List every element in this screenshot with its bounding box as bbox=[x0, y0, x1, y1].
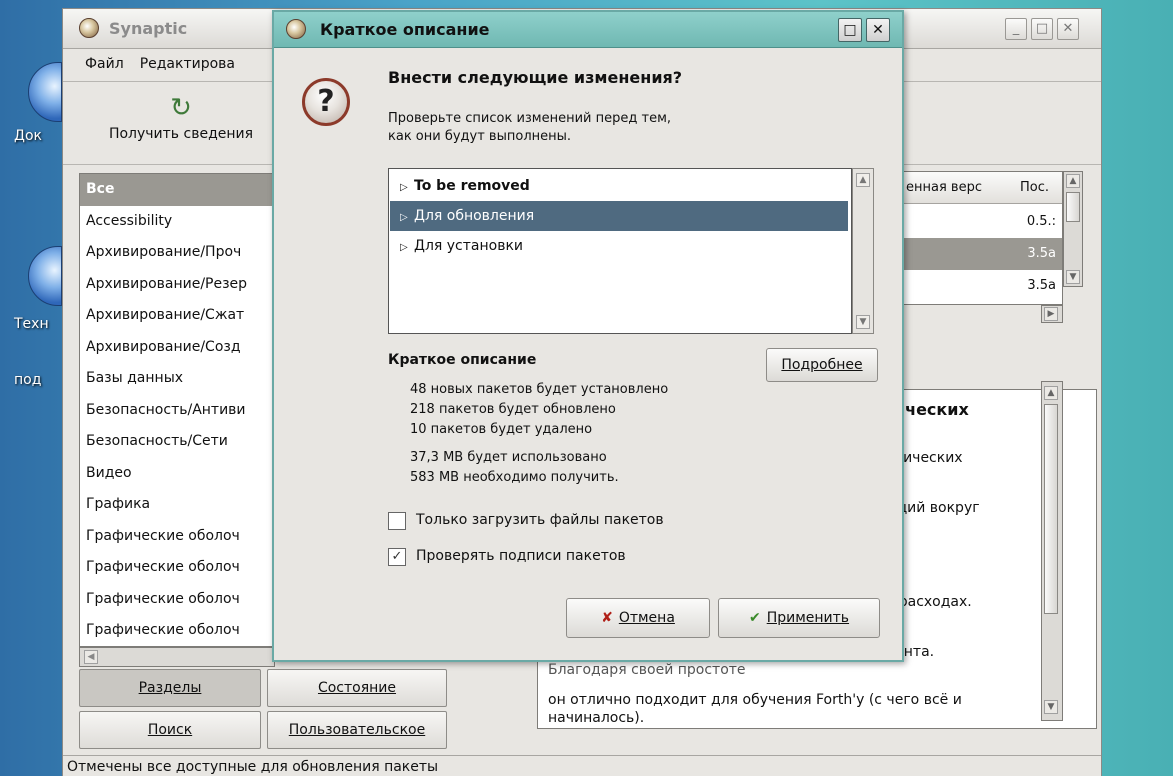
tree-vscrollbar[interactable]: ▲ ▼ bbox=[852, 168, 874, 334]
summary-line: 583 MB необходимо получить. bbox=[410, 470, 619, 485]
desktop-icon-label: Техн bbox=[14, 316, 49, 332]
details-button[interactable]: Подробнее bbox=[766, 348, 878, 382]
description-line: он отлично подходит для обучения Forth'у… bbox=[548, 692, 962, 708]
dialog-title: Краткое описание bbox=[320, 20, 490, 39]
section-item[interactable]: Графические оболоч bbox=[80, 584, 274, 616]
column-header-version[interactable]: енная верс bbox=[906, 180, 982, 195]
scroll-thumb[interactable] bbox=[1066, 192, 1080, 222]
section-item[interactable]: Графические оболоч bbox=[80, 521, 274, 553]
scroll-down-icon[interactable]: ▼ bbox=[856, 315, 870, 329]
table-row[interactable]: 3.5a bbox=[902, 270, 1062, 302]
summary-line: 218 пакетов будет обновлено bbox=[410, 402, 616, 417]
description-line: Благодаря своей простоте bbox=[548, 662, 746, 678]
download-only-checkbox[interactable] bbox=[388, 512, 406, 530]
section-item[interactable]: Графика bbox=[80, 489, 274, 521]
reload-label: Получить сведения bbox=[108, 126, 254, 142]
maximize-button[interactable]: □ bbox=[1031, 18, 1053, 40]
section-item[interactable]: Архивирование/Созд bbox=[80, 332, 274, 364]
table-row[interactable]: 0.5.: bbox=[902, 206, 1062, 238]
section-item[interactable]: Графические оболоч bbox=[80, 615, 274, 646]
menu-file[interactable]: Файл bbox=[77, 49, 132, 72]
verify-signatures-label[interactable]: Проверять подписи пакетов bbox=[416, 548, 626, 564]
sections-list[interactable]: Все Accessibility Архивирование/Проч Арх… bbox=[79, 173, 275, 647]
search-button[interactable]: Поиск bbox=[79, 711, 261, 749]
desktop-icon[interactable] bbox=[28, 246, 62, 306]
tree-item-to-upgrade[interactable]: ▷ Для обновления bbox=[390, 201, 848, 231]
desktop-icon[interactable] bbox=[28, 62, 62, 122]
section-item[interactable]: Видео bbox=[80, 458, 274, 490]
synaptic-app-icon bbox=[79, 18, 99, 38]
scroll-left-icon[interactable]: ◀ bbox=[84, 650, 98, 664]
section-item[interactable]: Безопасность/Сети bbox=[80, 426, 274, 458]
section-item[interactable]: Архивирование/Проч bbox=[80, 237, 274, 269]
cancel-icon: ✘ bbox=[601, 610, 613, 626]
changes-tree[interactable]: ▷ To be removed ▷ Для обновления ▷ Для уста… bbox=[388, 168, 852, 334]
menu-edit[interactable]: Редактирова bbox=[132, 49, 243, 72]
apply-icon: ✔ bbox=[748, 610, 761, 626]
description-vscrollbar[interactable]: ▲ ▼ bbox=[1041, 381, 1063, 721]
question-icon: ? bbox=[302, 78, 350, 126]
description-line: начиналось). bbox=[548, 710, 645, 726]
close-button[interactable]: ✕ bbox=[866, 18, 890, 42]
window-title: Synaptic bbox=[109, 19, 188, 38]
section-item[interactable]: Архивирование/Резер bbox=[80, 269, 274, 301]
scroll-down-icon[interactable]: ▼ bbox=[1066, 270, 1080, 284]
summary-line: 10 пакетов будет удалено bbox=[410, 422, 593, 437]
tree-item-to-remove[interactable]: ▷ To be removed bbox=[390, 171, 848, 201]
expander-icon[interactable]: ▷ bbox=[400, 233, 414, 263]
reload-button[interactable]: ↻ Получить сведения bbox=[91, 90, 271, 158]
package-table-vscrollbar[interactable]: ▲ ▼ bbox=[1063, 171, 1083, 287]
section-item[interactable]: Безопасность/Антиви bbox=[80, 395, 274, 427]
cancel-button[interactable]: ✘ Отмена bbox=[566, 598, 710, 638]
download-only-label[interactable]: Только загрузить файлы пакетов bbox=[416, 512, 664, 528]
table-row[interactable]: 3.5a bbox=[902, 238, 1062, 270]
sections-button[interactable]: Разделы bbox=[79, 669, 261, 707]
summary-title: Краткое описание bbox=[388, 352, 537, 368]
apply-button[interactable]: ✔ Применить bbox=[718, 598, 880, 638]
status-button[interactable]: Состояние bbox=[267, 669, 447, 707]
desktop-icon-label: Док bbox=[14, 128, 42, 144]
verify-signatures-checkbox[interactable]: ✓ bbox=[388, 548, 406, 566]
sections-hscrollbar[interactable]: ◀ bbox=[79, 647, 275, 667]
package-table[interactable]: енная верс Пос. 0.5.: 3.5a 3.5a bbox=[901, 171, 1063, 305]
maximize-button[interactable]: □ bbox=[838, 18, 862, 42]
close-button[interactable]: ✕ bbox=[1057, 18, 1079, 40]
tree-item-to-install[interactable]: ▷ Для установки bbox=[390, 231, 848, 261]
dialog-titlebar[interactable]: Краткое описание □ ✕ bbox=[274, 12, 902, 48]
section-item[interactable]: Accessibility bbox=[80, 206, 274, 238]
package-table-header: енная верс Пос. bbox=[902, 172, 1062, 204]
section-item[interactable]: Графические оболоч bbox=[80, 552, 274, 584]
summary-dialog: Краткое описание □ ✕ ? Внести следующие … bbox=[272, 10, 904, 662]
scroll-up-icon[interactable]: ▲ bbox=[1044, 386, 1058, 400]
column-header-latest[interactable]: Пос. bbox=[1020, 180, 1049, 195]
package-table-hscroll-arrow[interactable]: ▶ bbox=[1041, 305, 1063, 323]
expander-icon[interactable]: ▷ bbox=[400, 173, 414, 203]
scroll-down-icon[interactable]: ▼ bbox=[1044, 700, 1058, 714]
desktop-icon-label: под bbox=[14, 372, 42, 388]
scroll-thumb[interactable] bbox=[1044, 404, 1058, 614]
minimize-button[interactable]: _ bbox=[1005, 18, 1027, 40]
summary-line: 48 новых пакетов будет установлено bbox=[410, 382, 669, 397]
scroll-up-icon[interactable]: ▲ bbox=[1066, 174, 1080, 188]
section-item[interactable]: Базы данных bbox=[80, 363, 274, 395]
section-item[interactable]: Все bbox=[80, 174, 274, 206]
synaptic-app-icon bbox=[286, 19, 306, 39]
scroll-up-icon[interactable]: ▲ bbox=[856, 173, 870, 187]
summary-line: 37,3 MB будет использовано bbox=[410, 450, 607, 465]
expander-icon[interactable]: ▷ bbox=[400, 203, 414, 233]
section-item[interactable]: Архивирование/Сжат bbox=[80, 300, 274, 332]
scroll-right-icon[interactable]: ▶ bbox=[1044, 307, 1058, 321]
custom-button[interactable]: Пользовательское bbox=[267, 711, 447, 749]
dialog-subtitle: Проверьте список изменений перед тем, ка… bbox=[388, 111, 672, 144]
status-bar: Отмечены все доступные для обновления па… bbox=[63, 755, 1101, 776]
dialog-heading: Внести следующие изменения? bbox=[388, 68, 683, 87]
reload-icon: ↻ bbox=[170, 93, 192, 123]
